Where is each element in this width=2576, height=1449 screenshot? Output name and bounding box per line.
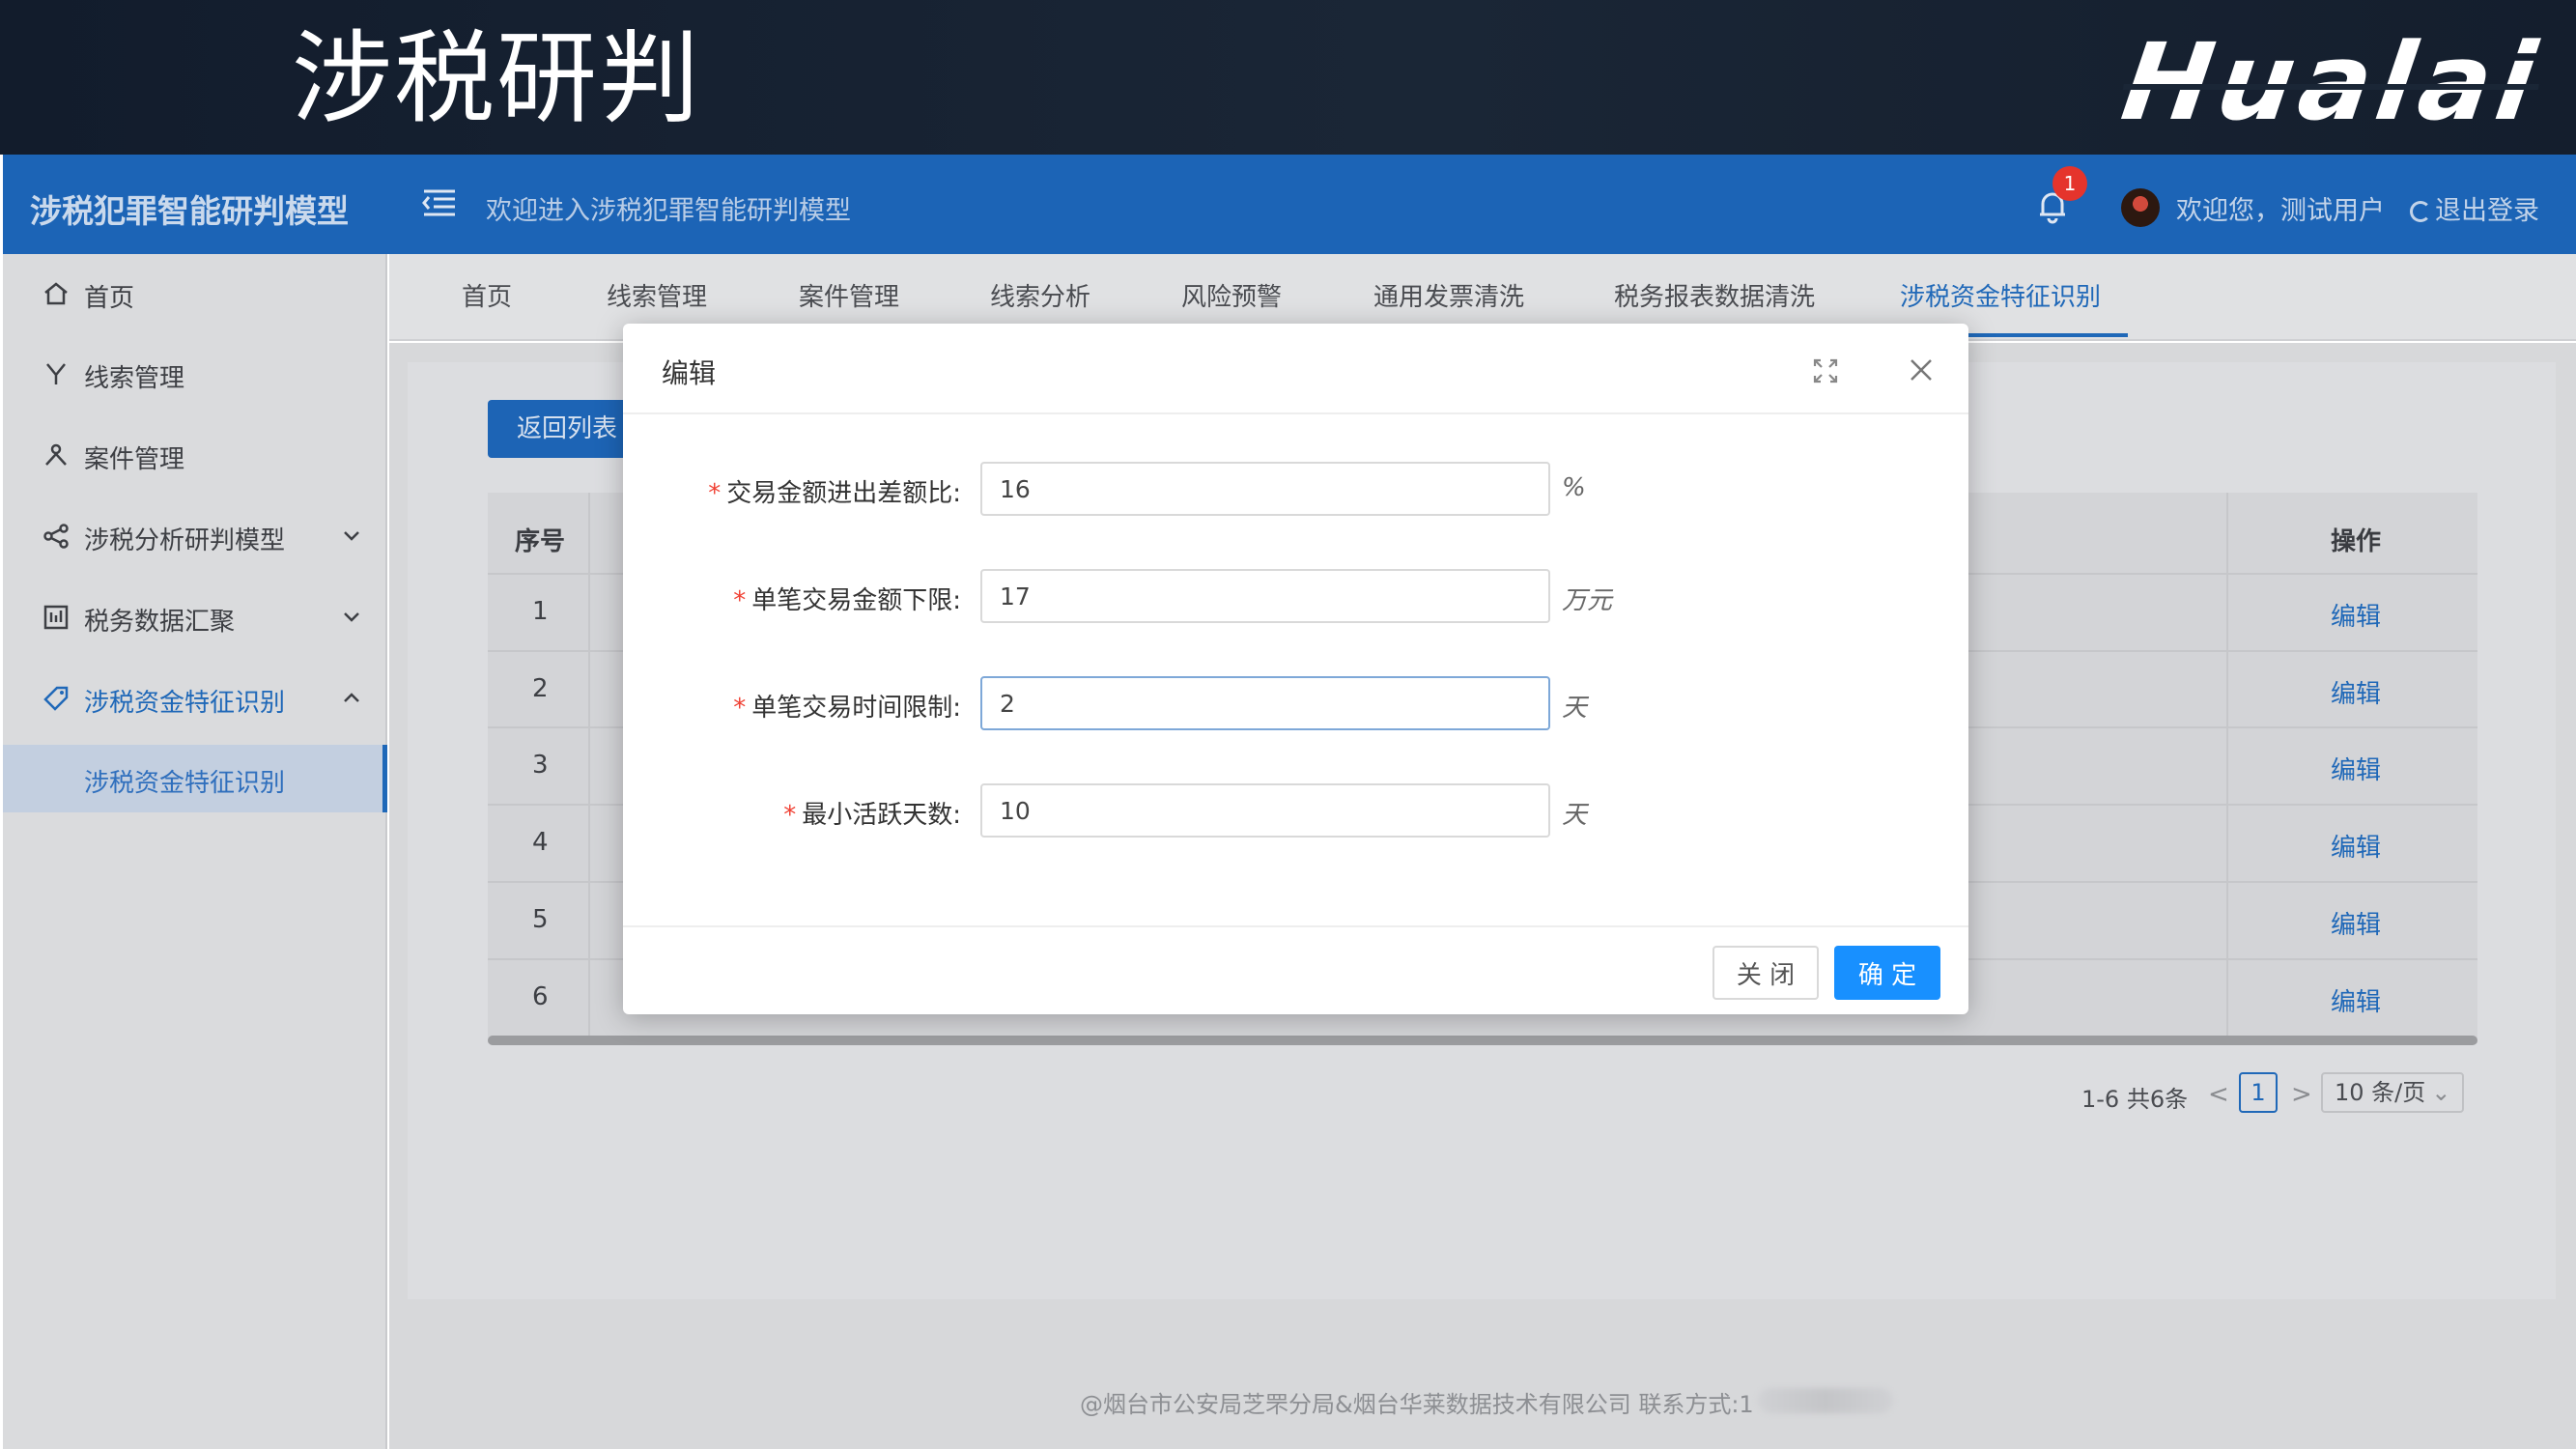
tab-case-management[interactable]: 案件管理 (799, 277, 899, 313)
unit-wan-yuan: 万元 (1562, 586, 1613, 615)
field-label-min-active-days: * 最小活跃天数: (671, 795, 961, 831)
min-amount-input[interactable] (980, 569, 1550, 623)
brand-logo: Hualai (2114, 20, 2548, 144)
required-mark: * (733, 586, 747, 615)
logout-button[interactable]: 退出登录 (2410, 189, 2539, 227)
tab-clue-analysis[interactable]: 线索分析 (990, 277, 1090, 313)
tab-risk-warning[interactable]: 风险预警 (1181, 277, 1282, 313)
people-icon (45, 443, 67, 466)
sidebar-subitem-fund-features[interactable]: 涉税资金特征识别 (3, 745, 387, 812)
field-label-time-limit: * 单笔交易时间限制: (671, 688, 961, 724)
diff-ratio-input[interactable] (980, 462, 1550, 516)
tag-icon (43, 686, 69, 711)
required-mark: * (708, 479, 722, 508)
modal-title: 编辑 (662, 357, 717, 389)
funnel-icon (46, 363, 66, 384)
sidebar-item-clues[interactable]: 线索管理 (3, 335, 387, 412)
avatar[interactable] (2121, 188, 2160, 227)
close-button[interactable]: 关 闭 (1713, 946, 1819, 1000)
page-size-value: 10 条/页 (2335, 1079, 2426, 1106)
edit-modal: 编辑 *交易金额进出差额比: % *单笔交易金额下限: 万元 *单笔交易时间限制… (623, 324, 1968, 1014)
footer-text: @烟台市公安局芝罘分局&烟台华莱数据技术有限公司 联系方式:1 (1080, 1391, 1754, 1418)
page-size-select[interactable]: 10 条/页 ⌄ (2321, 1072, 2464, 1113)
modal-header: 编辑 (623, 324, 1968, 414)
label-text: 交易金额进出差额比: (726, 479, 961, 508)
table-cell-index: 3 (532, 751, 549, 780)
sidebar-item-home[interactable]: 首页 (3, 255, 387, 332)
field-label-min-amount: * 单笔交易金额下限: (671, 581, 961, 616)
sidebar-item-fund-features[interactable]: 涉税资金特征识别 (3, 660, 387, 737)
chevron-down-icon (344, 531, 359, 541)
unit-day: 天 (1562, 694, 1588, 723)
table-header-action: 操作 (2331, 527, 2382, 556)
chevron-down-icon (344, 612, 359, 622)
sidebar-item-cases[interactable]: 案件管理 (3, 416, 387, 494)
banner-title: 涉税研判 (292, 19, 702, 137)
edit-link[interactable]: 编辑 (2331, 751, 2381, 786)
sidebar-item-label: 涉税分析研判模型 (84, 526, 286, 555)
sidebar-item-label: 案件管理 (84, 445, 185, 474)
table-cell-index: 2 (532, 674, 549, 703)
fullscreen-icon[interactable] (1813, 358, 1838, 384)
logout-label: 退出登录 (2435, 196, 2539, 226)
tab-home[interactable]: 首页 (462, 277, 512, 313)
redacted-contact (1758, 1388, 1893, 1413)
label-text: 最小活跃天数: (802, 801, 961, 830)
column-divider (588, 493, 590, 1043)
tab-clue-management[interactable]: 线索管理 (607, 277, 707, 313)
unit-percent: % (1562, 473, 1586, 502)
tab-tax-report-cleaning[interactable]: 税务报表数据清洗 (1614, 277, 1815, 313)
table-cell-index: 6 (532, 982, 549, 1011)
chart-icon (43, 605, 69, 630)
slide-banner: 涉税研判 Hualai (0, 0, 2576, 155)
pagination-prev-button[interactable]: < (2208, 1080, 2229, 1109)
edit-link[interactable]: 编辑 (2331, 597, 2381, 633)
table-cell-index: 5 (532, 905, 549, 934)
unit-day: 天 (1562, 801, 1588, 830)
table-cell-index: 4 (532, 828, 549, 857)
tab-invoice-cleaning[interactable]: 通用发票清洗 (1373, 277, 1524, 313)
table-cell-index: 1 (532, 597, 549, 626)
field-label-diff-ratio: * 交易金额进出差额比: (671, 473, 961, 509)
home-icon (44, 282, 68, 305)
sidebar-item-label: 税务数据汇聚 (84, 608, 236, 637)
pagination-next-button[interactable]: > (2291, 1080, 2312, 1109)
edit-link[interactable]: 编辑 (2331, 905, 2381, 941)
share-icon (43, 524, 69, 549)
sidebar: 首页 线索管理 案件管理 涉税分析研判模型 税务数据汇聚 涉税资金特征识别 涉税… (3, 254, 387, 1449)
sidebar-item-label: 线索管理 (84, 364, 185, 393)
column-divider (2226, 493, 2228, 1043)
pagination-summary: 1-6 共6条 (2081, 1086, 2189, 1113)
table-header-index: 序号 (515, 527, 566, 556)
modal-footer-divider (623, 925, 1968, 927)
edit-link[interactable]: 编辑 (2331, 982, 2381, 1018)
required-mark: * (783, 801, 797, 830)
table-horizontal-scrollbar[interactable] (488, 1036, 2477, 1045)
logout-icon (2410, 201, 2431, 222)
tab-fund-features[interactable]: 涉税资金特征识别 (1900, 277, 2101, 313)
sidebar-item-tax-data[interactable]: 税务数据汇聚 (3, 579, 387, 656)
required-mark: * (733, 694, 747, 723)
sidebar-subitem-label: 涉税资金特征识别 (84, 769, 286, 798)
user-greeting: 欢迎您，测试用户 (2176, 196, 2385, 226)
confirm-button[interactable]: 确 定 (1834, 946, 1940, 1000)
welcome-message: 欢迎进入涉税犯罪智能研判模型 (486, 196, 851, 226)
notification-badge: 1 (2052, 166, 2087, 201)
time-limit-input[interactable] (980, 676, 1550, 730)
sidebar-item-label: 涉税资金特征识别 (84, 689, 286, 718)
app-header: 涉税犯罪智能研判模型 欢迎进入涉税犯罪智能研判模型 1 欢迎您，测试用户 退出登… (3, 155, 2576, 254)
min-active-days-input[interactable] (980, 783, 1550, 838)
sidebar-item-analysis-model[interactable]: 涉税分析研判模型 (3, 497, 387, 575)
edit-link[interactable]: 编辑 (2331, 828, 2381, 864)
close-icon[interactable] (1908, 356, 1935, 384)
label-text: 单笔交易时间限制: (751, 694, 961, 723)
pagination-current-page[interactable]: 1 (2239, 1072, 2278, 1113)
menu-toggle-icon[interactable] (420, 184, 459, 222)
chevron-up-icon (344, 693, 359, 702)
label-text: 单笔交易金额下限: (751, 586, 961, 615)
chevron-down-icon: ⌄ (2431, 1079, 2451, 1106)
app-name: 涉税犯罪智能研判模型 (30, 192, 349, 230)
edit-link[interactable]: 编辑 (2331, 674, 2381, 710)
sidebar-item-label: 首页 (84, 284, 135, 313)
